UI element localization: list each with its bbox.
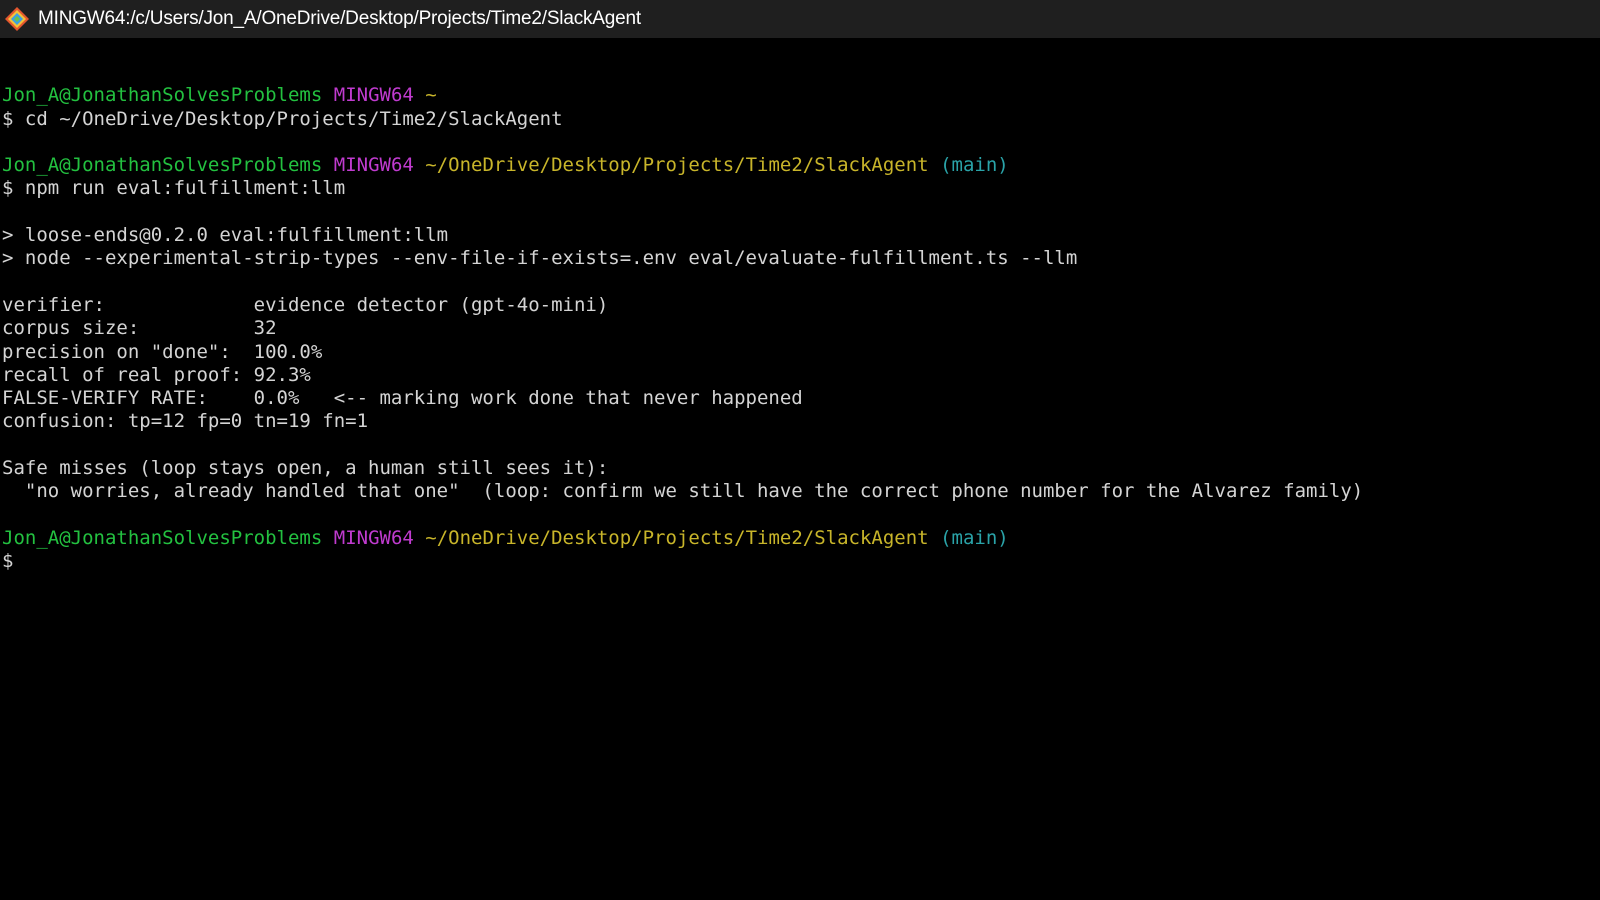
terminal-line: FALSE-VERIFY RATE: 0.0% <-- marking work… — [2, 387, 1598, 410]
terminal-window: MINGW64:/c/Users/Jon_A/OneDrive/Desktop/… — [0, 0, 1600, 900]
terminal-text-text: > node --experimental-strip-types --env-… — [2, 247, 1078, 270]
terminal-text-text: FALSE-VERIFY RATE: 0.0% <-- marking work… — [2, 387, 803, 410]
terminal-line: Jon_A@JonathanSolvesProblems MINGW64 ~/O… — [2, 154, 1598, 177]
git-bash-icon — [4, 6, 30, 32]
terminal-line: $ cd ~/OneDrive/Desktop/Projects/Time2/S… — [2, 108, 1598, 131]
terminal-text-text: verifier: evidence detector (gpt-4o-mini… — [2, 293, 609, 316]
terminal-line: recall of real proof: 92.3% — [2, 364, 1598, 387]
terminal-output[interactable]: Jon_A@JonathanSolvesProblems MINGW64 ~ $ … — [2, 61, 1598, 574]
terminal-text-text — [322, 154, 333, 176]
terminal-line: Jon_A@JonathanSolvesProblems MINGW64 ~/O… — [2, 527, 1598, 550]
terminal-text-branch: (main) — [940, 154, 1009, 177]
terminal-text-mingw: MINGW64 — [333, 84, 414, 107]
terminal-text-user-host: Jon_A@JonathanSolvesProblems — [2, 84, 323, 107]
terminal-line: $ npm run eval:fulfillment:llm — [2, 177, 1598, 200]
terminal-line: $ — [2, 550, 1598, 573]
terminal-line: verifier: evidence detector (gpt-4o-mini… — [2, 294, 1598, 317]
terminal-line: Jon_A@JonathanSolvesProblems MINGW64 ~ — [2, 84, 1598, 107]
terminal-text-text: corpus size: 32 — [2, 317, 277, 340]
terminal-line: corpus size: 32 — [2, 317, 1598, 340]
terminal-line: confusion: tp=12 fp=0 tn=19 fn=1 — [2, 410, 1598, 433]
terminal-text-text: $ cd ~/OneDrive/Desktop/Projects/Time2/S… — [2, 107, 563, 130]
terminal-line: > node --experimental-strip-types --env-… — [2, 247, 1598, 270]
terminal-line: "no worries, already handled that one" (… — [2, 480, 1598, 503]
window-title: MINGW64:/c/Users/Jon_A/OneDrive/Desktop/… — [38, 8, 641, 29]
terminal-text-path: ~/OneDrive/Desktop/Projects/Time2/SlackA… — [425, 526, 929, 549]
terminal-text-text — [929, 527, 940, 549]
terminal-text-text: "no worries, already handled that one" (… — [2, 480, 1364, 503]
terminal-text-text: confusion: tp=12 fp=0 tn=19 fn=1 — [2, 410, 369, 433]
terminal-text-text: $ — [2, 550, 14, 573]
terminal-text-text — [322, 527, 333, 549]
title-bar[interactable]: MINGW64:/c/Users/Jon_A/OneDrive/Desktop/… — [0, 0, 1600, 38]
terminal-text-text: recall of real proof: 92.3% — [2, 363, 311, 386]
terminal-text-user-host: Jon_A@JonathanSolvesProblems — [2, 526, 323, 549]
terminal-text-mingw: MINGW64 — [333, 154, 414, 177]
terminal-text-text: Safe misses (loop stays open, a human st… — [2, 457, 609, 480]
terminal-text-text: precision on "done": 100.0% — [2, 340, 323, 363]
terminal-text-mingw: MINGW64 — [333, 526, 414, 549]
terminal-text-branch: (main) — [940, 526, 1009, 549]
terminal-text-text — [414, 154, 425, 176]
terminal-text-text — [929, 154, 940, 176]
terminal-text-path: ~ — [425, 84, 437, 107]
terminal-text-text: > loose-ends@0.2.0 eval:fulfillment:llm — [2, 224, 449, 247]
terminal-text-path: ~/OneDrive/Desktop/Projects/Time2/SlackA… — [425, 154, 929, 177]
terminal-line: precision on "done": 100.0% — [2, 341, 1598, 364]
terminal-text-text — [322, 84, 333, 106]
terminal-text-text — [414, 84, 425, 106]
terminal-line: > loose-ends@0.2.0 eval:fulfillment:llm — [2, 224, 1598, 247]
terminal-text-text — [414, 527, 425, 549]
terminal-text-user-host: Jon_A@JonathanSolvesProblems — [2, 154, 323, 177]
terminal-line: Safe misses (loop stays open, a human st… — [2, 457, 1598, 480]
terminal-text-text: $ npm run eval:fulfillment:llm — [2, 177, 346, 200]
